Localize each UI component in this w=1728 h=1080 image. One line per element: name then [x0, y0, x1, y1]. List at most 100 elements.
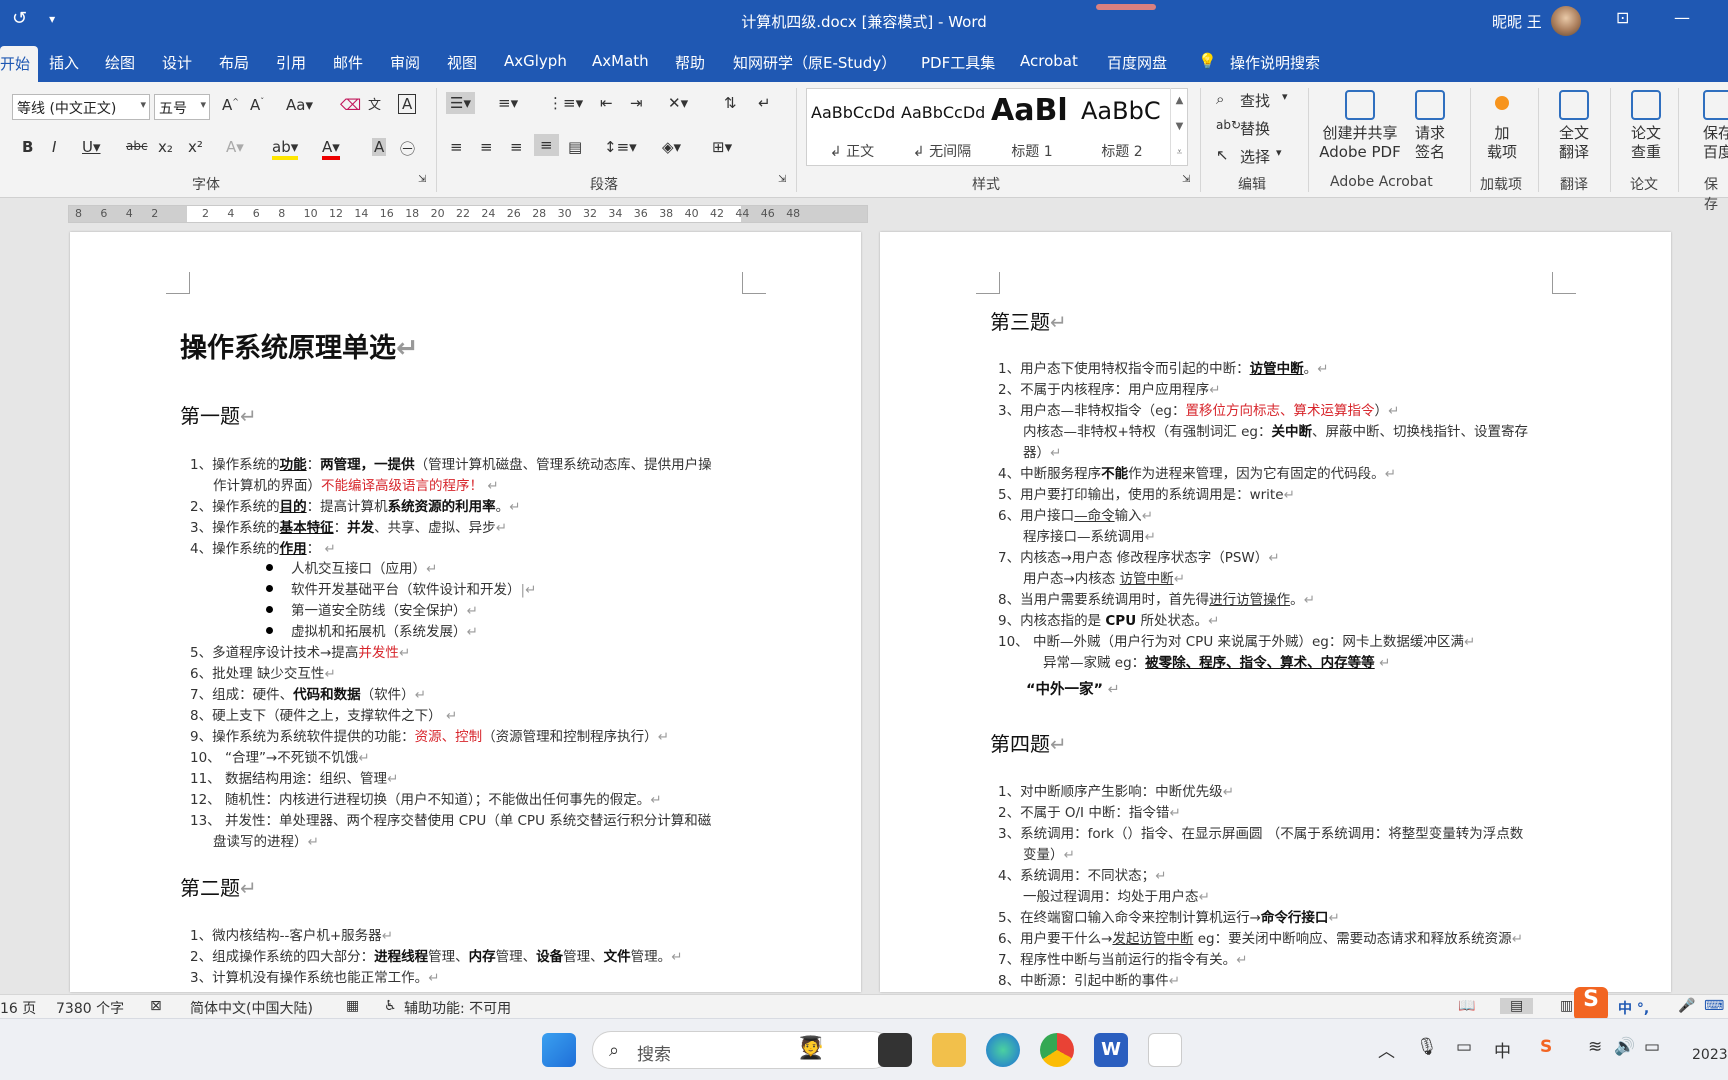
avatar[interactable] — [1551, 6, 1581, 36]
tab-layout[interactable]: 布局 — [219, 52, 249, 73]
tab-cnki[interactable]: 知网研学（原E-Study） — [733, 52, 896, 73]
horizontal-ruler[interactable]: 8 6 4 2 2 4 6 8 10 12 14 16 18 20 22 24 26 28 30 32 34 36 38 40… — [68, 205, 868, 223]
task-view-icon[interactable] — [878, 1033, 912, 1067]
document-page-right[interactable]: 第三题↵ 1、用户态下使用特权指令而引起的中断：访管中断。↵ 2、不属于内核程序… — [880, 232, 1671, 992]
distributed-icon[interactable]: ▤ — [568, 138, 582, 156]
proofing-icon[interactable]: ⊠ — [150, 998, 162, 1014]
save-baidu-button[interactable]: 保存 百度 — [1696, 90, 1728, 162]
grow-font-icon[interactable]: A^ — [222, 96, 239, 114]
minimize-icon[interactable]: — — [1674, 8, 1690, 27]
select-dropdown-icon[interactable]: ▾ — [1276, 146, 1282, 159]
user-name[interactable]: 昵昵 王 — [1492, 11, 1542, 32]
accessibility-status[interactable]: 辅助功能: 不可用 — [404, 998, 511, 1018]
style-normal[interactable]: AaBbCcDd ↲ 正文 — [807, 89, 897, 165]
font-name-select[interactable]: 等线 (中文正文) — [12, 94, 150, 120]
borders-icon[interactable]: ⊞▾ — [712, 138, 732, 156]
font-color-icon[interactable]: A▾ — [322, 138, 340, 160]
tray-device-icon[interactable]: ▭ — [1456, 1037, 1472, 1057]
clear-format-icon[interactable]: ⌫ — [340, 96, 361, 114]
underline-icon[interactable]: U▾ — [82, 138, 101, 156]
ime-status[interactable]: 中 °, — [1618, 998, 1649, 1018]
tab-axmath[interactable]: AxMath — [592, 52, 649, 70]
align-left-icon[interactable]: ≡ — [450, 138, 463, 156]
char-border-icon[interactable]: A — [398, 94, 417, 114]
style-heading-1[interactable]: AaBl 标题 1 — [987, 89, 1077, 165]
align-center-icon[interactable]: ≡ — [480, 138, 493, 156]
superscript-icon[interactable]: x² — [188, 138, 203, 156]
bullets-icon[interactable]: ☰▾ — [446, 92, 475, 114]
bold-icon[interactable]: B — [22, 138, 33, 156]
font-dialog-launcher-icon[interactable]: ⇲ — [418, 174, 426, 185]
increase-indent-icon[interactable]: ⇥ — [630, 94, 643, 112]
language-indicator[interactable]: 简体中文(中国大陆) — [190, 998, 313, 1018]
chinese-layout-icon[interactable]: ✕▾ — [668, 94, 688, 112]
line-spacing-icon[interactable]: ↕≡▾ — [604, 138, 637, 156]
tab-axglyph[interactable]: AxGlyph — [504, 52, 567, 70]
read-mode-icon[interactable]: 📖 — [1458, 998, 1475, 1014]
find-icon[interactable]: ⌕ — [1216, 90, 1224, 108]
sogou-ime-icon[interactable]: S — [1574, 987, 1608, 1021]
volume-icon[interactable]: 🔊 — [1614, 1037, 1635, 1057]
sort-icon[interactable]: ⇅ — [724, 94, 737, 112]
tab-acrobat[interactable]: Acrobat — [1020, 52, 1078, 70]
create-pdf-button[interactable]: 创建并共享 Adobe PDF — [1318, 90, 1402, 162]
styles-scroll[interactable]: ▲ ▼ ⩡ — [1170, 88, 1188, 166]
select-icon[interactable]: ↖ — [1216, 146, 1229, 164]
subscript-icon[interactable]: x₂ — [158, 138, 173, 156]
italic-icon[interactable]: I — [52, 138, 56, 156]
ribbon-display-icon[interactable]: ⊡ — [1616, 8, 1629, 27]
document-page-left[interactable]: 操作系统原理单选↵ 第一题↵ 1、操作系统的功能：两管理，一提供（管理计算机磁盘… — [70, 232, 861, 992]
request-sign-button[interactable]: 请求 签名 — [1408, 90, 1452, 162]
page-count[interactable]: 16 页 — [0, 998, 36, 1018]
tab-help[interactable]: 帮助 — [675, 52, 705, 73]
styles-dialog-launcher-icon[interactable]: ⇲ — [1182, 174, 1190, 185]
replace-button[interactable]: 替换 — [1240, 118, 1270, 139]
accessibility-icon[interactable]: ♿ — [384, 998, 397, 1014]
paragraph-dialog-launcher-icon[interactable]: ⇲ — [778, 174, 786, 185]
tab-review[interactable]: 审阅 — [390, 52, 420, 73]
word-app-icon[interactable]: W — [1094, 1033, 1128, 1067]
tray-sogou-icon[interactable]: S — [1540, 1037, 1552, 1057]
wifi-icon[interactable]: ≋ — [1588, 1037, 1602, 1057]
tab-design[interactable]: 设计 — [162, 52, 192, 73]
paint-app-icon[interactable] — [1148, 1033, 1182, 1067]
strikethrough-icon[interactable]: abc — [126, 139, 148, 153]
edge-icon[interactable] — [986, 1033, 1020, 1067]
addins-button[interactable]: 加 载项 — [1480, 90, 1524, 162]
shading-icon[interactable]: ◈▾ — [662, 138, 681, 156]
tab-references[interactable]: 引用 — [276, 52, 306, 73]
tell-me-search[interactable]: 操作说明搜索 — [1230, 52, 1320, 73]
tray-microphone-icon[interactable]: 🎙 — [1416, 1037, 1438, 1057]
tray-ime-icon[interactable]: 中 — [1494, 1037, 1511, 1062]
paper-check-button[interactable]: 论文 查重 — [1624, 90, 1668, 162]
tab-view[interactable]: 视图 — [447, 52, 477, 73]
text-effects-icon[interactable]: A▾ — [226, 138, 244, 156]
file-explorer-icon[interactable] — [932, 1033, 966, 1067]
justify-icon[interactable]: ≡ — [534, 134, 559, 156]
find-button[interactable]: 查找 — [1240, 90, 1270, 111]
font-size-select[interactable]: 五号 — [154, 94, 210, 120]
microphone-icon[interactable]: 🎤 — [1678, 998, 1695, 1014]
print-layout-icon[interactable]: ▤ — [1500, 998, 1534, 1014]
taskbar-search[interactable]: ⌕ 搜索 🧑‍🎓 — [592, 1031, 892, 1069]
tab-mailings[interactable]: 邮件 — [333, 52, 363, 73]
keyboard-icon[interactable]: ⌨ — [1704, 998, 1724, 1014]
enclose-char-icon[interactable]: ㊀ — [400, 138, 415, 159]
tab-insert[interactable]: 插入 — [49, 52, 79, 73]
decrease-indent-icon[interactable]: ⇤ — [600, 94, 613, 112]
style-heading-2[interactable]: AaBbC 标题 2 — [1077, 89, 1167, 165]
macro-icon[interactable]: ▦ — [346, 998, 359, 1014]
multilevel-list-icon[interactable]: ⋮≡▾ — [548, 94, 583, 112]
style-no-spacing[interactable]: AaBbCcDd ↲ 无间隔 — [897, 89, 987, 165]
phonetic-guide-icon[interactable]: 文 — [368, 94, 381, 113]
tab-pdf-tools[interactable]: PDF工具集 — [921, 52, 995, 73]
tab-home[interactable]: 开始 — [0, 46, 39, 82]
char-shading-icon[interactable]: A — [372, 138, 387, 156]
shrink-font-icon[interactable]: Aˇ — [250, 96, 264, 114]
word-count[interactable]: 7380 个字 — [56, 998, 124, 1018]
tray-overflow-icon[interactable]: ︿ — [1378, 1037, 1395, 1062]
align-right-icon[interactable]: ≡ — [510, 138, 523, 156]
battery-icon[interactable]: ▭ — [1644, 1037, 1660, 1057]
tab-draw[interactable]: 绘图 — [105, 52, 135, 73]
highlight-icon[interactable]: ab▾ — [272, 138, 299, 160]
